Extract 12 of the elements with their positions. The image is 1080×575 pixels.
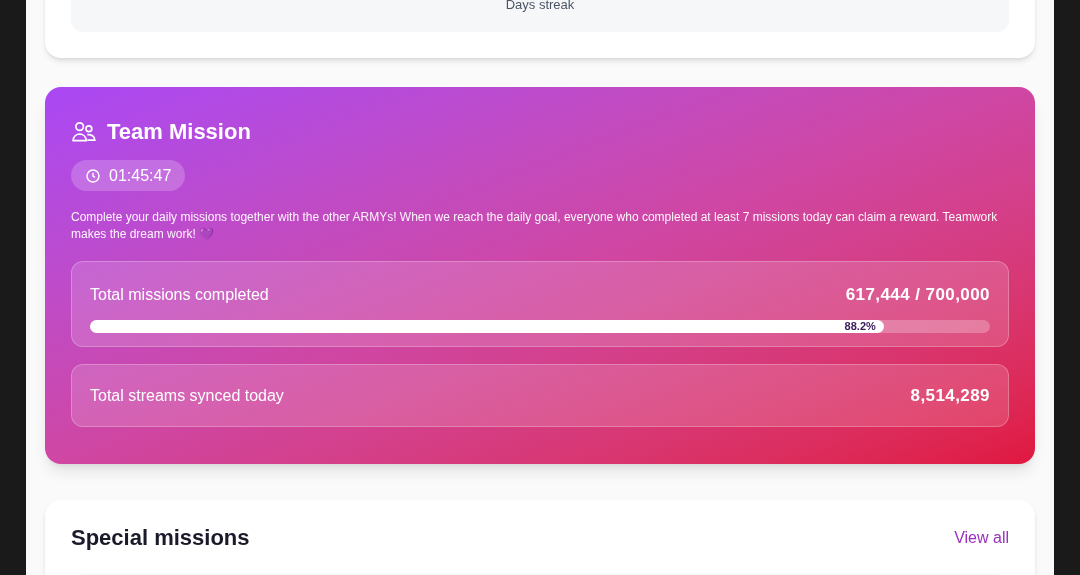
progress-percent: 88.2% [844,320,876,332]
stat-label: Total streams synced today [90,385,284,406]
view-all-link[interactable]: View all [954,525,1009,550]
stat-label: Total missions completed [90,284,269,305]
stat-value: 8,514,289 [910,384,990,407]
clock-icon [85,167,101,184]
timer-badge: 01:45:47 [71,160,186,191]
section-title: Special missions [71,524,250,552]
stat-label: Days streak [505,0,575,14]
description: Complete your daily missions together with the other ARMYs! When we reach the daily goal, everyone who completed at least 7 missions today can claim a reward. Teamwork makes the dream work! 💜 [71,209,999,243]
stat-value: 617,444 / 700,000 [845,284,990,306]
card-title: Team Mission [107,118,251,146]
